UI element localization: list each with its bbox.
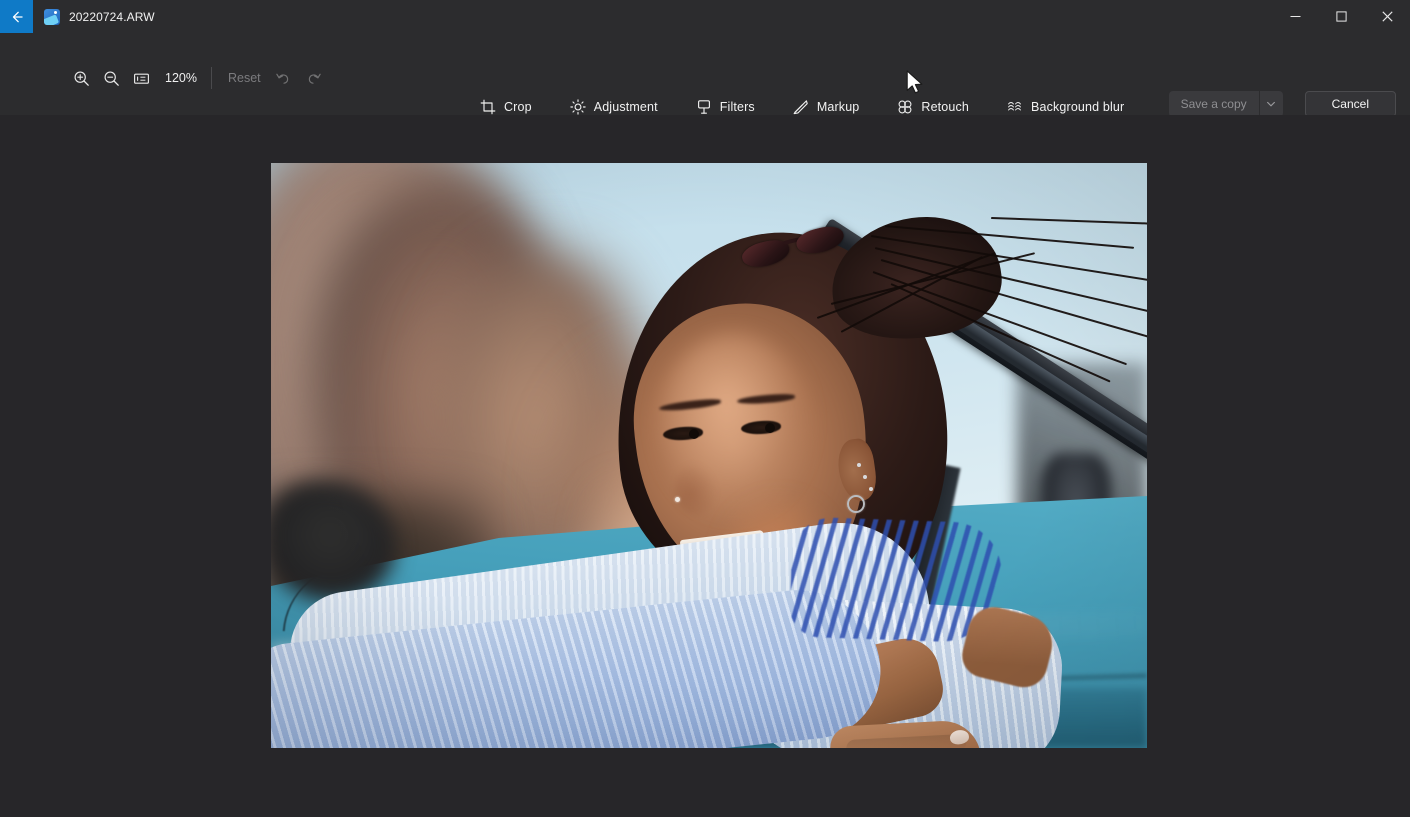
retouch-icon <box>897 99 913 115</box>
close-icon <box>1381 11 1393 22</box>
zoom-out-button[interactable] <box>96 63 126 93</box>
photo-image <box>271 163 1147 748</box>
redo-button[interactable] <box>299 63 329 93</box>
cancel-button[interactable]: Cancel <box>1304 91 1396 117</box>
tool-markup-label: Markup <box>816 100 860 114</box>
chevron-down-icon <box>1267 101 1276 107</box>
tool-background-blur-label: Background blur <box>1031 100 1125 114</box>
minimize-icon <box>1290 16 1300 17</box>
photo-fingernail-1 <box>948 728 970 746</box>
toolbar-divider <box>210 67 212 89</box>
tool-filters-label: Filters <box>719 100 755 114</box>
fit-to-screen-button[interactable] <box>126 63 156 93</box>
save-a-copy-split-button[interactable]: Save a copy <box>1168 91 1283 117</box>
zoom-controls: 120% Reset <box>66 61 329 95</box>
photo-frame[interactable] <box>271 163 1147 748</box>
photo-ear-stud-3 <box>869 487 873 491</box>
redo-icon <box>308 73 321 84</box>
tool-adjustment-label: Adjustment <box>593 100 658 114</box>
file-name-label: 20220724.ARW <box>69 9 155 24</box>
title-bar: 20220724.ARW <box>0 0 1410 33</box>
photo-hair-strands <box>816 213 1147 393</box>
photo-nose-stud <box>675 497 680 502</box>
undo-icon <box>276 73 289 84</box>
maximize-icon <box>1335 11 1347 22</box>
editor-toolbar: 120% Reset Crop Adjustment Filters Marku… <box>0 33 1410 117</box>
back-arrow-icon <box>12 11 23 22</box>
tool-crop-label: Crop <box>504 100 532 114</box>
zoom-level-label: 120% <box>165 71 197 85</box>
zoom-out-icon <box>104 71 119 86</box>
reset-button[interactable]: Reset <box>220 66 269 90</box>
fit-to-screen-icon <box>133 73 149 84</box>
tool-retouch-label: Retouch <box>921 100 970 114</box>
zoom-in-icon <box>74 71 89 86</box>
photo-pupil-left <box>689 429 699 439</box>
photo-hoop-earring <box>847 495 865 513</box>
photo-ear-stud-1 <box>857 463 861 467</box>
back-button[interactable] <box>0 0 33 33</box>
photo-ear-stud-2 <box>863 475 867 479</box>
minimize-button[interactable] <box>1272 0 1318 33</box>
save-a-copy-button[interactable]: Save a copy <box>1168 91 1259 117</box>
undo-button[interactable] <box>269 63 299 93</box>
photo-nose <box>675 463 717 515</box>
photo-canvas[interactable] <box>0 115 1410 817</box>
photos-app-icon <box>44 8 60 25</box>
pen-icon <box>793 99 809 115</box>
brightness-icon <box>570 99 586 115</box>
photos-editor-window: 20220724.ARW 120% Reset Crop Adjustment … <box>0 0 1410 817</box>
save-options-dropdown-button[interactable] <box>1258 91 1283 117</box>
toolbar-actions: Save a copy Cancel <box>1168 91 1396 117</box>
window-title-group: 20220724.ARW <box>33 0 1272 33</box>
filter-icon <box>696 99 712 115</box>
photo-pupil-right <box>765 423 775 433</box>
window-controls <box>1272 0 1410 33</box>
blur-icon <box>1007 99 1023 115</box>
close-button[interactable] <box>1364 0 1410 33</box>
crop-icon <box>480 99 496 115</box>
zoom-in-button[interactable] <box>66 63 96 93</box>
maximize-button[interactable] <box>1318 0 1364 33</box>
